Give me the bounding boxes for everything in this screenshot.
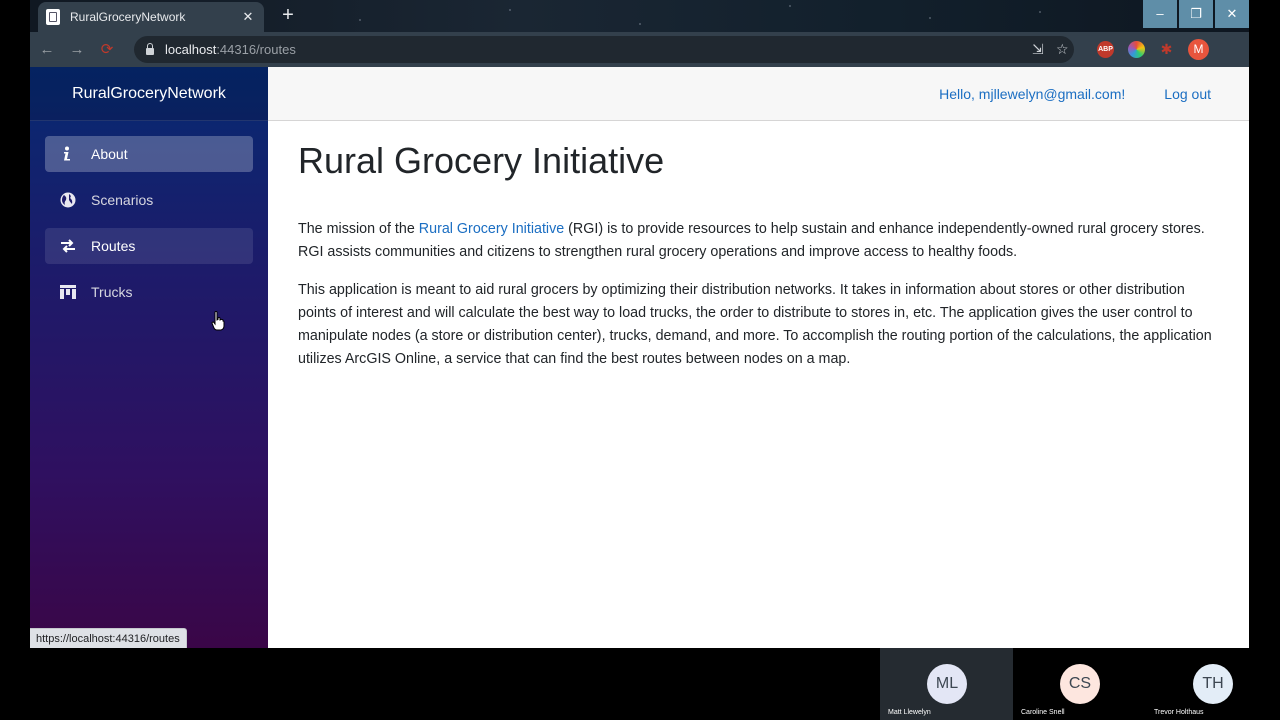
minimize-button[interactable]: –: [1143, 0, 1177, 28]
sidebar-item-label: About: [91, 146, 128, 162]
profile-avatar[interactable]: M: [1188, 39, 1209, 60]
main-panel: Hello, mjllewelyn@gmail.com! Log out Rur…: [268, 67, 1249, 648]
sidebar-item-label: Trucks: [91, 284, 133, 300]
video-call-participants: ML Matt Llewelyn CS Caroline Snell TH Tr…: [880, 648, 1280, 720]
close-window-button[interactable]: ✕: [1215, 0, 1249, 28]
install-app-icon[interactable]: ⇲: [1032, 41, 1044, 58]
page-content: Rural Grocery Initiative The mission of …: [268, 121, 1249, 371]
puzzle-extension-icon[interactable]: ✱: [1158, 41, 1175, 58]
web-page: RuralGroceryNetwork About Scenarios Rout…: [30, 67, 1249, 648]
mission-paragraph: The mission of the Rural Grocery Initiat…: [298, 218, 1219, 264]
tab-strip: RuralGroceryNetwork ✕ + – ❐ ✕: [30, 0, 1249, 32]
color-picker-extension-icon[interactable]: [1128, 41, 1145, 58]
participant-avatar: ML: [927, 664, 967, 704]
lock-icon: [146, 42, 154, 55]
account-greeting-link[interactable]: Hello, mjllewelyn@gmail.com!: [939, 86, 1125, 102]
browser-window: RuralGroceryNetwork ✕ + – ❐ ✕ ← → ⟳ loca…: [30, 0, 1249, 648]
address-bar[interactable]: localhost:44316/routes ⇲ ☆: [134, 36, 1074, 63]
participant-tile[interactable]: ML Matt Llewelyn: [880, 648, 1013, 720]
link-status-bar: https://localhost:44316/routes: [30, 628, 187, 648]
page-title: Rural Grocery Initiative: [298, 140, 665, 181]
sidebar-item-label: Scenarios: [91, 192, 154, 208]
window-controls: – ❐ ✕: [1141, 0, 1249, 28]
forward-icon[interactable]: →: [64, 37, 90, 63]
adblock-icon[interactable]: ABP: [1097, 41, 1114, 58]
reload-icon[interactable]: ⟳: [94, 37, 120, 63]
browser-toolbar: ← → ⟳ localhost:44316/routes ⇲ ☆ ABP ✱ M: [30, 32, 1249, 67]
url-path: :44316/routes: [216, 42, 296, 57]
participant-name: Trevor Holthaus: [1154, 709, 1204, 716]
tab-close-icon[interactable]: ✕: [240, 9, 256, 25]
url-host: localhost: [165, 42, 217, 57]
swap-arrows-icon: [60, 238, 76, 254]
back-icon[interactable]: ←: [34, 37, 60, 63]
restore-button[interactable]: ❐: [1179, 0, 1213, 28]
application-paragraph: This application is meant to aid rural g…: [298, 282, 1212, 367]
sidebar-item-label: Routes: [91, 238, 136, 254]
info-icon: [60, 146, 76, 162]
sidebar-item-scenarios[interactable]: Scenarios: [45, 182, 253, 218]
logout-link[interactable]: Log out: [1164, 86, 1211, 102]
page-favicon-icon: [46, 9, 60, 25]
participant-avatar: CS: [1060, 664, 1100, 704]
paragraph-text: The mission of the: [298, 221, 419, 237]
bookmark-star-icon[interactable]: ☆: [1056, 41, 1069, 58]
globe-icon: [60, 192, 76, 208]
participant-avatar: TH: [1193, 664, 1233, 704]
rgi-link[interactable]: Rural Grocery Initiative: [419, 221, 564, 237]
truck-icon: [60, 284, 76, 300]
sidebar: RuralGroceryNetwork About Scenarios Rout…: [30, 67, 268, 648]
sidebar-item-routes[interactable]: Routes: [45, 228, 253, 264]
sidebar-item-about[interactable]: About: [45, 136, 253, 172]
browser-tab[interactable]: RuralGroceryNetwork ✕: [38, 2, 264, 32]
tab-title: RuralGroceryNetwork: [70, 10, 186, 24]
top-row: Hello, mjllewelyn@gmail.com! Log out: [268, 67, 1249, 121]
sidebar-nav: About Scenarios Routes Trucks: [30, 121, 268, 310]
participant-tile[interactable]: TH Trevor Holthaus: [1146, 648, 1279, 720]
app-brand[interactable]: RuralGroceryNetwork: [30, 67, 268, 121]
mouse-pointer-hand-icon: [211, 311, 225, 331]
participant-name: Matt Llewelyn: [888, 709, 931, 716]
sidebar-item-trucks[interactable]: Trucks: [45, 274, 253, 310]
participant-name: Caroline Snell: [1021, 709, 1065, 716]
new-tab-button[interactable]: +: [276, 4, 300, 28]
participant-tile[interactable]: CS Caroline Snell: [1013, 648, 1146, 720]
